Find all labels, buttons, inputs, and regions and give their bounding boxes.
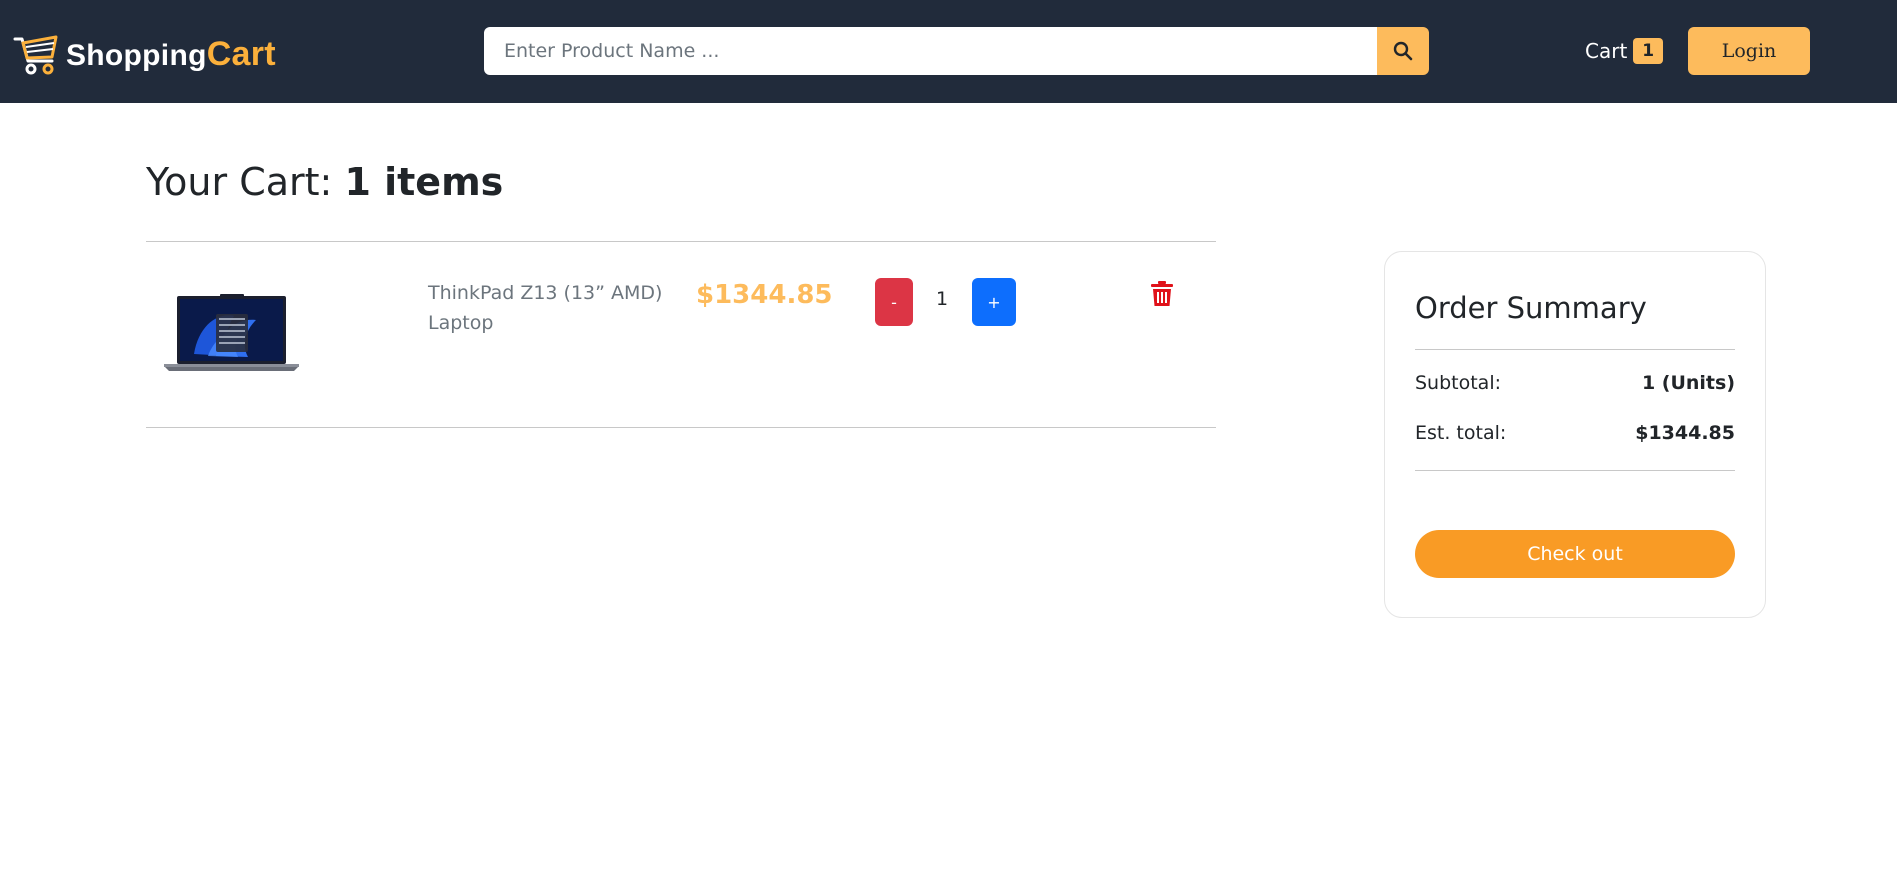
cart-label: Cart [1585, 39, 1628, 63]
remove-item-button[interactable] [1150, 281, 1174, 307]
total-row: Est. total: $1344.85 [1415, 422, 1735, 444]
brand-name-part1: Shopping [66, 38, 207, 72]
search-button[interactable] [1377, 27, 1429, 75]
login-button[interactable]: Login [1688, 27, 1810, 75]
order-summary-card: Order Summary Subtotal: 1 (Units) Est. t… [1384, 251, 1766, 618]
product-name[interactable]: ThinkPad Z13 (13” AMD) Laptop [428, 278, 668, 338]
cart-divider-bottom [146, 427, 1216, 428]
brand-name: ShoppingCart [66, 35, 276, 74]
subtotal-label: Subtotal: [1415, 372, 1502, 394]
summary-divider [1415, 470, 1735, 471]
cart-item-count: 1 items [344, 160, 504, 204]
search-bar [484, 27, 1429, 75]
product-price: $1344.85 [696, 280, 833, 310]
cart-link[interactable]: Cart 1 [1585, 36, 1664, 66]
shopping-cart-logo-icon [13, 35, 58, 75]
summary-divider [1415, 349, 1735, 350]
decrease-quantity-button[interactable]: - [875, 278, 913, 326]
brand-logo[interactable]: ShoppingCart [12, 30, 276, 78]
total-value: $1344.85 [1635, 422, 1735, 444]
brand-name-part2: Cart [206, 34, 276, 73]
cart-title: Your Cart: 1 items [146, 160, 503, 204]
cart-count-badge: 1 [1633, 38, 1664, 64]
increase-quantity-button[interactable]: + [972, 278, 1016, 326]
search-icon [1393, 41, 1413, 61]
checkout-button[interactable]: Check out [1415, 530, 1735, 578]
subtotal-value: 1 (Units) [1641, 372, 1735, 394]
cart-divider-top [146, 241, 1216, 242]
order-summary-title: Order Summary [1415, 291, 1647, 325]
navbar: ShoppingCart Cart 1 Login [0, 0, 1897, 103]
search-input[interactable] [484, 27, 1377, 75]
total-label: Est. total: [1415, 422, 1507, 444]
trash-icon [1151, 281, 1173, 306]
subtotal-row: Subtotal: 1 (Units) [1415, 372, 1735, 394]
product-image-laptop[interactable] [164, 294, 299, 372]
quantity-value: 1 [935, 288, 949, 310]
cart-title-prefix: Your Cart: [146, 160, 345, 204]
